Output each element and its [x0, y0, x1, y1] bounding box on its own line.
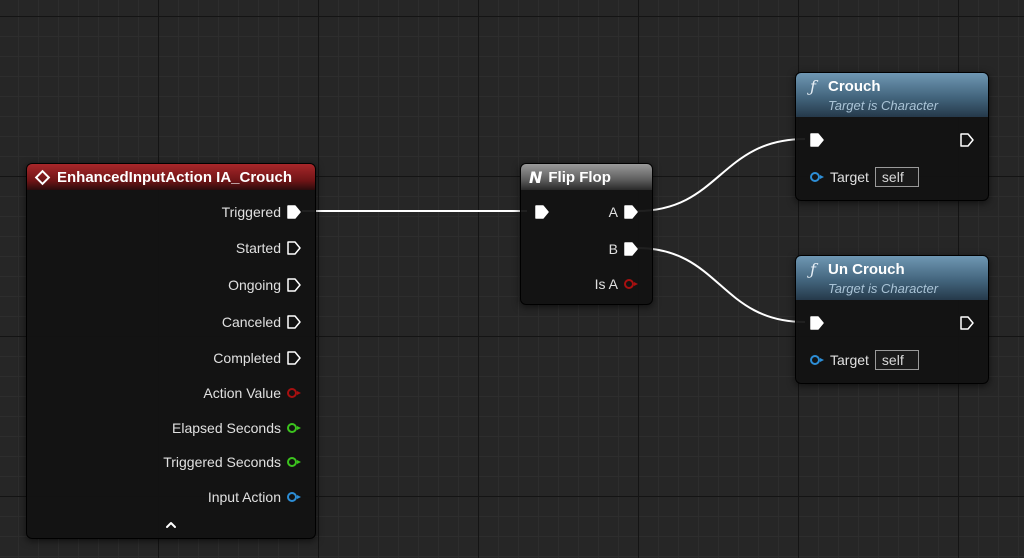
exec-pin-connected-icon[interactable] [624, 242, 638, 256]
float-pin-icon[interactable] [287, 388, 301, 398]
enhanced-input-action-node[interactable]: EnhancedInputAction IA_Crouch Triggered … [26, 163, 316, 539]
flip-flop-icon: N [529, 167, 543, 187]
crouch-title: Crouch [828, 78, 881, 95]
pin-label-started: Started [235, 240, 281, 256]
pin-label-completed: Completed [213, 350, 281, 366]
exec-output-pin-icon[interactable] [960, 133, 974, 147]
uncrouch-subtitle: Target is Character [828, 281, 939, 296]
object-pin-icon[interactable] [810, 172, 824, 182]
pin-row-a: A [609, 204, 638, 220]
object-pin-icon[interactable] [287, 492, 301, 502]
pin-row-completed: Completed [213, 350, 301, 366]
flip-flop-node[interactable]: N Flip Flop A B Is A [520, 163, 653, 305]
flip-flop-header[interactable]: N Flip Flop [521, 164, 652, 190]
uncrouch-target-label: Target [830, 352, 869, 368]
crouch-function-node[interactable]: ƒ Crouch Target is Character Target self [795, 72, 989, 201]
crouch-target-label: Target [830, 169, 869, 185]
event-node-header[interactable]: EnhancedInputAction IA_Crouch [27, 164, 315, 190]
exec-pin-connected-icon[interactable] [624, 205, 638, 219]
uncrouch-header[interactable]: ƒ Un Crouch Target is Character [796, 256, 988, 300]
event-diamond-icon [34, 169, 51, 185]
pin-label-a: A [608, 204, 618, 220]
pin-label-is-a: Is A [594, 276, 618, 292]
pin-row-ongoing: Ongoing [228, 277, 301, 293]
pin-label-ongoing: Ongoing [228, 277, 281, 293]
chevron-up-icon[interactable] [164, 518, 178, 532]
pin-label-input-action: Input Action [207, 489, 281, 505]
pin-label-b: B [608, 241, 618, 257]
uncrouch-target-row: Target self [810, 350, 919, 370]
function-icon: ƒ [810, 77, 816, 96]
pin-row-canceled: Canceled [222, 314, 301, 330]
pin-row-triggered-seconds: Triggered Seconds [163, 454, 301, 470]
crouch-target-row: Target self [810, 167, 919, 187]
pin-label-action-value: Action Value [203, 385, 281, 401]
crouch-target-input[interactable]: self [874, 167, 919, 187]
pin-row-elapsed-seconds: Elapsed Seconds [172, 420, 301, 436]
exec-input-pin-connected-icon[interactable] [810, 316, 824, 330]
exec-input-pin-connected-icon[interactable] [535, 205, 549, 219]
pin-label-elapsed-seconds: Elapsed Seconds [172, 420, 281, 436]
pin-row-b: B [609, 241, 638, 257]
bool-pin-icon[interactable] [624, 279, 638, 289]
pin-row-triggered: Triggered [222, 204, 301, 220]
exec-pin-icon[interactable] [287, 351, 301, 365]
exec-pin-icon[interactable] [287, 241, 301, 255]
pin-row-started: Started [236, 240, 301, 256]
uncrouch-target-input[interactable]: self [874, 350, 919, 370]
function-icon: ƒ [810, 260, 816, 279]
pin-label-canceled: Canceled [221, 314, 281, 330]
event-node-title: EnhancedInputAction IA_Crouch [57, 168, 293, 186]
pin-row-action-value: Action Value [203, 385, 301, 401]
exec-input-pin-connected-icon[interactable] [810, 133, 824, 147]
wire-b-to-uncrouch[interactable] [636, 247, 806, 323]
uncrouch-function-node[interactable]: ƒ Un Crouch Target is Character Target s… [795, 255, 989, 384]
object-pin-icon[interactable] [810, 355, 824, 365]
float-pin-icon[interactable] [287, 423, 301, 433]
pin-row-is-a: Is A [595, 276, 638, 292]
pin-label-triggered-seconds: Triggered Seconds [163, 454, 281, 470]
crouch-header[interactable]: ƒ Crouch Target is Character [796, 73, 988, 117]
exec-pin-icon[interactable] [287, 315, 301, 329]
flip-flop-title: Flip Flop [548, 168, 611, 186]
float-pin-icon[interactable] [287, 457, 301, 467]
exec-pin-icon[interactable] [287, 278, 301, 292]
uncrouch-title: Un Crouch [828, 261, 905, 278]
crouch-subtitle: Target is Character [828, 98, 939, 113]
pin-label-triggered: Triggered [221, 204, 281, 220]
exec-output-pin-icon[interactable] [960, 316, 974, 330]
wire-a-to-crouch[interactable] [636, 138, 806, 212]
pin-row-input-action: Input Action [208, 489, 301, 505]
exec-pin-connected-icon[interactable] [287, 205, 301, 219]
